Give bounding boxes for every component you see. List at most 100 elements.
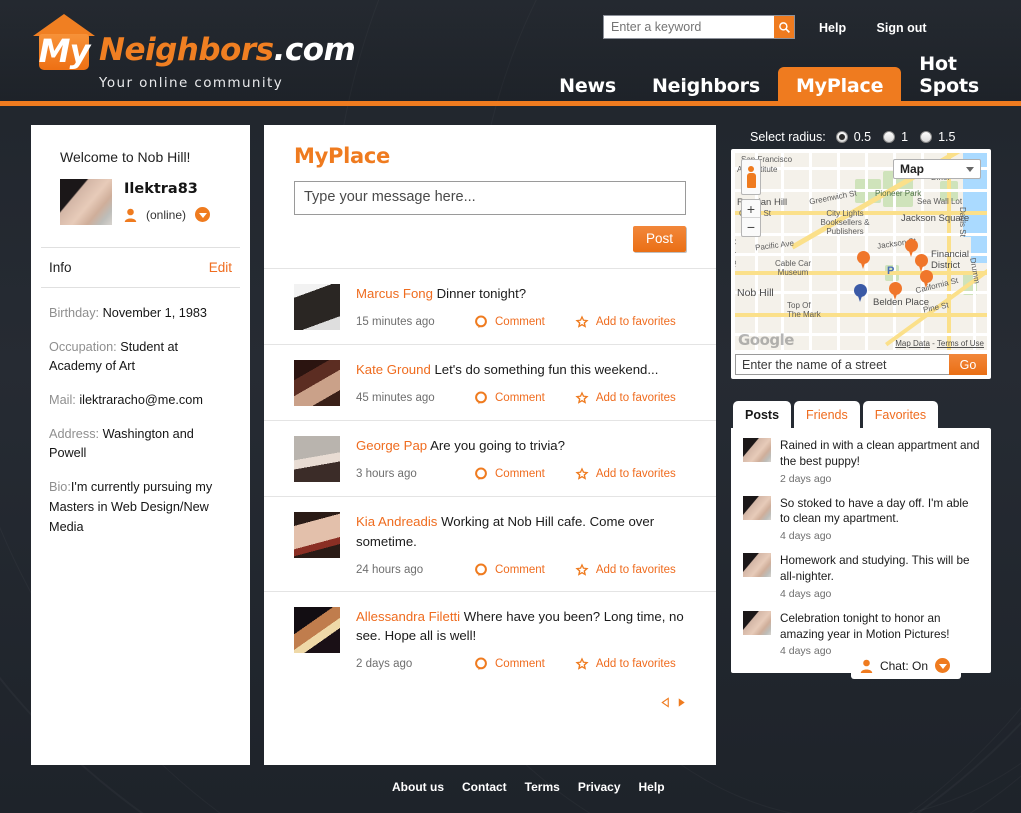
post-text-row: Kia Andreadis Working at Nob Hill cafe. … xyxy=(356,512,696,552)
info-item-address: Address: Washington and Powell xyxy=(49,425,230,464)
avatar[interactable] xyxy=(294,360,340,406)
feed-pager xyxy=(264,685,716,708)
help-link[interactable]: Help xyxy=(819,21,846,35)
site-logo[interactable]: My Neighbors.com Your online community xyxy=(33,14,356,91)
avatar[interactable] xyxy=(743,495,771,520)
radius-option-1[interactable]: 1 xyxy=(883,130,908,144)
search-button[interactable] xyxy=(774,16,794,38)
radio-icon xyxy=(920,131,933,143)
terms-of-use-link[interactable]: Terms of Use xyxy=(937,339,984,348)
avatar[interactable] xyxy=(743,610,771,635)
avatar[interactable] xyxy=(60,179,112,225)
footer-privacy[interactable]: Privacy xyxy=(578,780,621,794)
radius-option-0-5[interactable]: 0.5 xyxy=(835,130,871,144)
map-view[interactable]: San Francisco Art Institute Russian Hill… xyxy=(735,153,987,350)
comment-action[interactable]: Comment xyxy=(474,563,545,577)
map-type-selector[interactable]: Map xyxy=(893,159,981,179)
profile-summary: Ilektra83 (online) xyxy=(31,165,250,225)
post-button[interactable]: Post xyxy=(632,226,686,252)
post-author[interactable]: Kia Andreadis xyxy=(356,514,437,529)
prev-page-button[interactable] xyxy=(660,697,671,708)
avatar[interactable] xyxy=(743,553,771,578)
status-row: (online) xyxy=(124,207,211,222)
footer-contact[interactable]: Contact xyxy=(462,780,507,794)
search-input[interactable] xyxy=(604,16,774,38)
map-pin-selected[interactable] xyxy=(854,284,867,303)
footer-terms[interactable]: Terms xyxy=(525,780,560,794)
map-card: San Francisco Art Institute Russian Hill… xyxy=(731,149,991,379)
comment-icon xyxy=(474,391,488,405)
map-pin[interactable] xyxy=(920,270,933,289)
comment-action[interactable]: Comment xyxy=(474,315,545,329)
message-input[interactable] xyxy=(294,181,686,215)
avatar[interactable] xyxy=(294,284,340,330)
next-page-button[interactable] xyxy=(676,697,687,708)
post-author[interactable]: Marcus Fong xyxy=(356,286,433,301)
footer-about-us[interactable]: About us xyxy=(392,780,444,794)
go-button[interactable]: Go xyxy=(949,354,987,375)
comment-action[interactable]: Comment xyxy=(474,467,545,481)
post-timestamp: 24 hours ago xyxy=(356,563,424,576)
comment-label: Comment xyxy=(495,658,545,671)
tab-posts[interactable]: Posts xyxy=(733,401,792,428)
mini-post-text: Rained in with a clean appartment and th… xyxy=(780,439,980,468)
avatar[interactable] xyxy=(294,436,340,482)
post-author[interactable]: George Pap xyxy=(356,438,427,453)
search-box[interactable] xyxy=(603,15,795,39)
logo-my-text: My xyxy=(38,32,91,70)
post-author[interactable]: Kate Ground xyxy=(356,362,431,377)
tab-friends[interactable]: Friends xyxy=(794,401,860,428)
comment-icon xyxy=(474,657,488,671)
site-tagline: Your online community xyxy=(99,75,284,91)
map-pin[interactable] xyxy=(857,251,870,270)
tab-favorites[interactable]: Favorites xyxy=(862,401,939,428)
header-right: Help Sign out News Neighbors MyPlace Hot… xyxy=(559,0,1021,106)
pegman-icon[interactable] xyxy=(741,159,761,195)
attribution-separator: - xyxy=(929,339,937,348)
list-item: Homework and studying. This will be all-… xyxy=(743,553,981,600)
favorite-label: Add to favorites xyxy=(595,391,676,404)
zoom-out-button[interactable]: − xyxy=(742,218,760,236)
status-dropdown-icon[interactable] xyxy=(195,207,211,222)
favorite-label: Add to favorites xyxy=(595,315,676,328)
add-to-favorites-action[interactable]: Add to favorites xyxy=(575,391,676,405)
person-icon xyxy=(860,659,873,673)
map-pin[interactable] xyxy=(889,282,902,301)
google-watermark: Google xyxy=(738,331,794,349)
header-links: Help Sign out xyxy=(819,19,927,37)
post-author[interactable]: Allessandra Filetti xyxy=(356,609,460,624)
post-message: Let's do something fun this weekend... xyxy=(434,362,659,377)
edit-info-link[interactable]: Edit xyxy=(209,260,232,275)
map-type-label: Map xyxy=(900,162,924,176)
map-label: Davis St xyxy=(958,207,967,237)
radius-option-label: 1 xyxy=(901,130,909,144)
chat-dropdown-icon[interactable] xyxy=(935,658,950,674)
footer-help[interactable]: Help xyxy=(639,780,665,794)
map-attribution: Map Data - Terms of Use xyxy=(895,339,984,348)
nav-hot-spots[interactable]: Hot Spots xyxy=(901,45,997,106)
add-to-favorites-action[interactable]: Add to favorites xyxy=(575,467,676,481)
comment-action[interactable]: Comment xyxy=(474,391,545,405)
chat-label: Chat: On xyxy=(879,658,928,673)
avatar[interactable] xyxy=(294,512,340,558)
zoom-in-button[interactable]: + xyxy=(742,200,760,218)
avatar[interactable] xyxy=(294,606,340,653)
map-data-link[interactable]: Map Data xyxy=(895,339,930,348)
avatar[interactable] xyxy=(743,438,771,462)
chat-bar[interactable]: Chat: On xyxy=(850,652,961,680)
main-navigation: News Neighbors MyPlace Hot Spots xyxy=(541,45,997,106)
map-zoom-controls[interactable]: + − xyxy=(741,199,761,237)
star-icon xyxy=(575,563,589,577)
composer xyxy=(264,168,716,220)
post-timestamp: 3 hours ago xyxy=(356,467,417,480)
post-feed: Marcus Fong Dinner tonight? 15 minutes a… xyxy=(264,268,716,708)
sign-out-link[interactable]: Sign out xyxy=(877,21,927,35)
comment-icon xyxy=(474,467,488,481)
add-to-favorites-action[interactable]: Add to favorites xyxy=(575,657,676,671)
map-label: P xyxy=(887,265,895,277)
comment-action[interactable]: Comment xyxy=(474,657,545,671)
add-to-favorites-action[interactable]: Add to favorites xyxy=(575,563,676,577)
radius-option-1-5[interactable]: 1.5 xyxy=(920,130,955,144)
street-input[interactable] xyxy=(735,354,949,375)
add-to-favorites-action[interactable]: Add to favorites xyxy=(575,315,676,329)
